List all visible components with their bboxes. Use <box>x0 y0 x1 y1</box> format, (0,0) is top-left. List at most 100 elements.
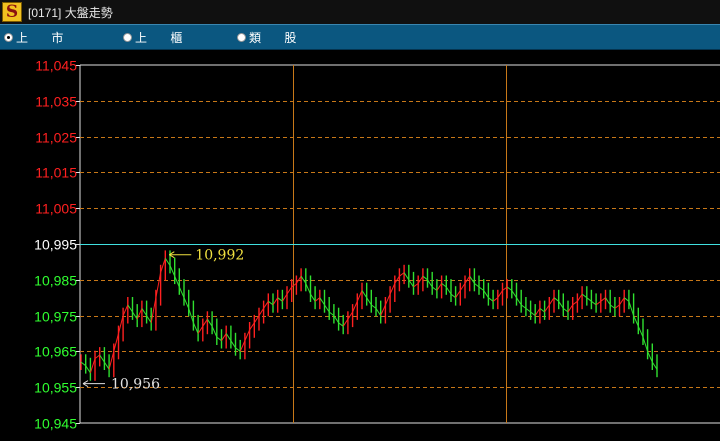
price-line-segment <box>399 272 405 277</box>
price-line-segment <box>103 361 110 370</box>
price-line-segment <box>197 326 204 334</box>
market-selector-toolbar: 上 市 上 櫃 類 股 <box>0 24 720 50</box>
y-tick-label: 11,005 <box>35 201 77 217</box>
low-value-label: 10,956 <box>111 377 160 393</box>
price-line-segment <box>267 300 274 306</box>
index-trend-chart: 11,045 11,035 11,025 11,015 11,005 10,995 10,9… <box>34 58 720 432</box>
price-line-segment <box>160 258 166 273</box>
radio-sector-stocks[interactable]: 類 股 <box>237 29 306 46</box>
price-line-segment <box>520 304 527 309</box>
price-line-segment <box>94 354 101 359</box>
price-line-segment <box>581 293 588 299</box>
y-tick-label: 11,045 <box>35 58 77 74</box>
price-line-segment <box>483 290 489 298</box>
price-line-segment <box>235 347 241 352</box>
price-line-segment <box>511 290 517 298</box>
price-line-segment <box>459 283 466 291</box>
price-line-segment <box>516 297 522 306</box>
price-line-segment <box>572 300 578 306</box>
radio-dot-icon <box>123 33 132 42</box>
price-line-segment <box>80 361 87 367</box>
price-line-segment <box>155 272 162 298</box>
radio-otc-market[interactable]: 上 櫃 <box>123 29 192 46</box>
price-line-segment <box>150 297 157 323</box>
price-line-segment <box>455 290 461 298</box>
price-line-segment <box>595 300 602 306</box>
radio-listed-market[interactable]: 上 市 <box>4 29 73 46</box>
radio-dot-icon <box>4 33 13 42</box>
price-line-segment <box>85 365 91 374</box>
price-line-segment <box>164 258 171 266</box>
y-tick-label: 11,015 <box>35 165 77 181</box>
price-line-segment <box>188 308 194 323</box>
price-line-segment <box>113 333 119 352</box>
price-line-segment <box>553 297 560 302</box>
price-line-segment <box>99 354 105 363</box>
price-line-segment <box>221 333 227 341</box>
price-line-segment <box>225 333 232 341</box>
price-line-segment <box>375 308 382 316</box>
price-line-segment <box>328 311 335 316</box>
price-line-segment <box>342 318 349 327</box>
price-line-segment <box>637 326 644 338</box>
window-title: [0171] 大盤走勢 <box>28 5 113 20</box>
price-line-segment <box>239 340 246 352</box>
y-tick-label: 10,945 <box>34 416 77 432</box>
price-line-segment <box>609 304 616 309</box>
price-line-segment <box>492 297 499 302</box>
price-line-segment <box>497 290 503 298</box>
price-line-segment <box>277 297 283 302</box>
price-line-segment <box>619 297 625 306</box>
price-line-segment <box>371 304 377 309</box>
price-line-segment <box>319 297 325 306</box>
price-line-segment <box>525 308 531 313</box>
price-line-segment <box>314 297 321 302</box>
price-line-segment <box>431 286 438 291</box>
price-line-segment <box>628 301 635 316</box>
high-value-label: 10,992 <box>195 248 244 264</box>
price-line-segment <box>488 297 494 302</box>
price-line-segment <box>263 301 269 309</box>
price-line-segment <box>605 297 611 306</box>
price-line-segment <box>108 351 115 370</box>
price-line-segment <box>539 308 545 313</box>
price-line-segment <box>567 304 574 313</box>
price-line-segment <box>417 275 424 284</box>
price-line-segment <box>633 315 639 327</box>
y-tick-label: 10,995 <box>34 237 77 253</box>
price-line-segment <box>324 304 330 313</box>
price-line-segment <box>305 283 311 295</box>
price-line-segment <box>352 301 358 313</box>
price-line-segment <box>272 297 279 306</box>
price-line-segment <box>384 293 391 306</box>
price-line-segment <box>356 290 363 302</box>
price-line-segment <box>122 304 129 316</box>
price-line-segment <box>244 329 251 341</box>
price-line-segment <box>600 297 606 302</box>
price-line-segment <box>295 275 302 284</box>
price-line-segment <box>403 272 410 281</box>
y-tick-label: 11,035 <box>35 94 77 110</box>
price-line-segment <box>506 286 513 291</box>
price-line-segment <box>211 326 218 338</box>
price-line-segment <box>441 283 447 288</box>
price-line-segment <box>361 290 368 298</box>
price-line-segment <box>192 322 199 334</box>
radio-dot-icon <box>237 33 246 42</box>
price-line-segment <box>127 304 133 313</box>
price-line-segment <box>544 304 550 313</box>
price-line-segment <box>445 286 452 295</box>
radio-label: 類 股 <box>249 31 307 45</box>
price-line-segment <box>413 283 419 288</box>
y-tick-label: 10,965 <box>34 344 77 360</box>
price-line-segment <box>647 351 653 363</box>
price-line-segment <box>347 311 354 320</box>
window-titlebar: S [0171] 大盤走勢 <box>0 0 720 24</box>
price-line-segment <box>286 286 293 295</box>
price-line-segment <box>562 308 569 313</box>
radio-label: 上 櫃 <box>135 31 193 45</box>
y-tick-label: 10,985 <box>34 273 77 289</box>
price-line-segment <box>169 265 176 277</box>
price-line-segment <box>623 297 630 302</box>
price-line-segment <box>389 283 396 295</box>
